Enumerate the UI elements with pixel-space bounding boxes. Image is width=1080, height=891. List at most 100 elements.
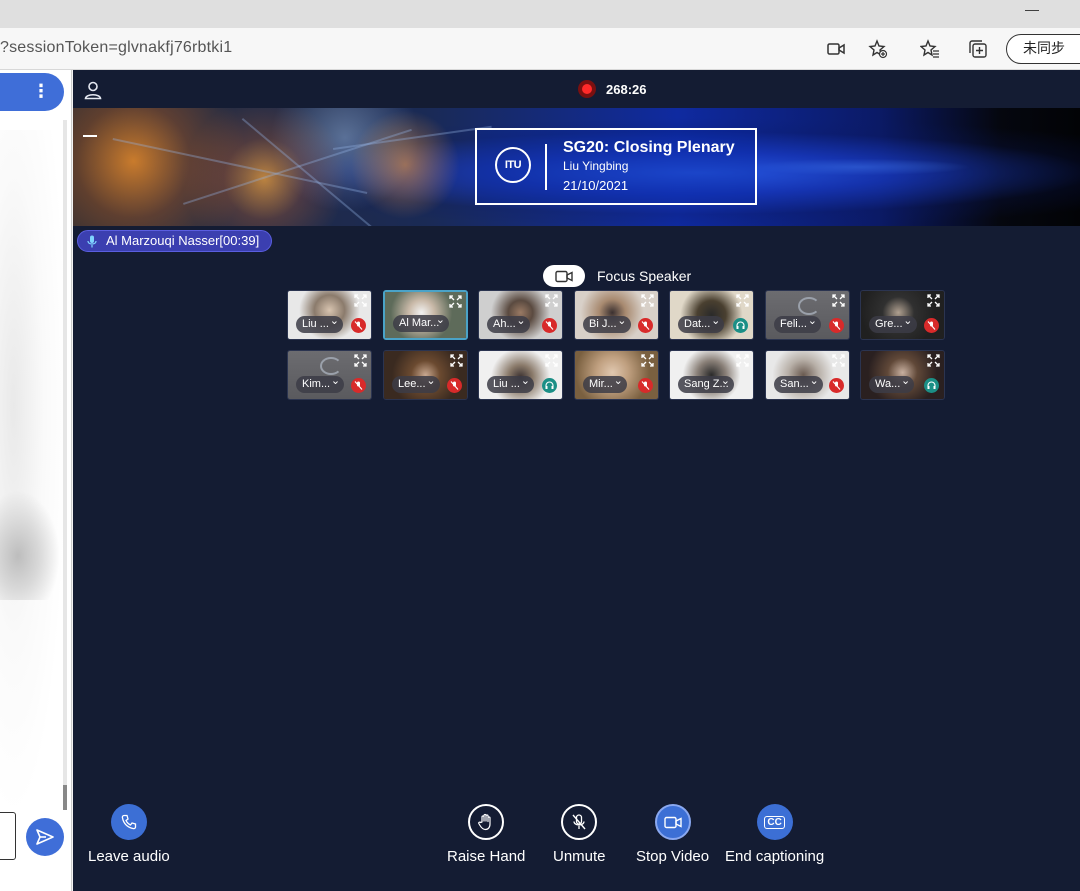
minimize-button[interactable]: — <box>1022 2 1042 18</box>
send-message-button[interactable] <box>26 818 64 856</box>
raise-hand-button[interactable]: Raise Hand <box>447 804 525 865</box>
focus-speaker-toggle[interactable] <box>543 265 585 287</box>
participant-tile[interactable]: Gre... <box>860 290 945 340</box>
participant-tile[interactable]: Liu ... <box>287 290 372 340</box>
recording-icon <box>578 80 596 98</box>
participant-name[interactable]: Lee... <box>392 376 440 393</box>
chat-message-input[interactable] <box>0 812 16 860</box>
microphone-muted-icon <box>638 318 653 333</box>
session-title: SG20: Closing Plenary <box>563 139 735 156</box>
microphone-muted-icon <box>447 378 462 393</box>
collapse-banner-icon[interactable] <box>83 135 97 137</box>
expand-icon[interactable] <box>640 294 654 308</box>
send-icon <box>36 829 54 845</box>
expand-icon[interactable] <box>544 354 558 368</box>
video-icon <box>654 804 691 840</box>
participant-name[interactable]: Wa... <box>869 376 915 393</box>
recording-indicator: 268:26 <box>578 80 646 98</box>
chat-background-art <box>0 130 68 820</box>
microphone-muted-icon <box>829 378 844 393</box>
participant-name[interactable]: Liu ... <box>296 316 343 333</box>
session-title-box: ITU SG20: Closing Plenary Liu Yingbing 2… <box>475 128 757 205</box>
expand-icon[interactable] <box>544 294 558 308</box>
more-options-icon[interactable]: ⋮ <box>32 81 50 102</box>
participant-tile[interactable]: Bi J... <box>574 290 659 340</box>
microphone-muted-icon <box>351 318 366 333</box>
participant-name[interactable]: Feli... <box>774 316 821 333</box>
participant-name[interactable]: Dat... <box>678 316 725 333</box>
unmute-button[interactable]: Unmute <box>553 804 606 865</box>
participant-tile[interactable]: Lee... <box>383 350 468 400</box>
expand-icon[interactable] <box>926 294 940 308</box>
url-text[interactable]: ?sessionToken=glvnakfj76rbtki1 <box>0 39 232 57</box>
participant-tile[interactable]: Al Mar... <box>383 290 468 340</box>
participant-name[interactable]: Liu ... <box>487 376 534 393</box>
participant-name[interactable]: Al Mar... <box>393 315 449 332</box>
participants-icon[interactable] <box>83 80 103 100</box>
camera-icon[interactable] <box>824 37 848 61</box>
address-bar[interactable]: ?sessionToken=glvnakfj76rbtki1 未同步 <box>0 28 1080 70</box>
participant-name[interactable]: Ah... <box>487 316 530 333</box>
participant-name[interactable]: Kim... <box>296 376 345 393</box>
leave-audio-button[interactable]: Leave audio <box>88 804 170 865</box>
add-favorite-icon[interactable] <box>866 37 890 61</box>
background-mountain-art <box>0 490 60 600</box>
headphones-icon <box>542 378 557 393</box>
microphone-muted-icon <box>561 804 598 840</box>
collections-icon[interactable] <box>966 37 990 61</box>
stop-video-button[interactable]: Stop Video <box>636 804 709 865</box>
participant-name[interactable]: Gre... <box>869 316 917 333</box>
participant-tile[interactable]: San... <box>765 350 850 400</box>
sync-status-button[interactable]: 未同步 <box>1006 34 1080 64</box>
participant-tile[interactable]: Ah... <box>478 290 563 340</box>
chat-scrollbar-track[interactable] <box>63 120 67 810</box>
raise-hand-label: Raise Hand <box>447 848 526 865</box>
participant-name[interactable]: Sang Z... <box>678 376 734 393</box>
rotate-camera-icon <box>798 297 820 315</box>
participant-tile[interactable]: Liu ... <box>478 350 563 400</box>
participant-name[interactable]: Bi J... <box>583 316 631 333</box>
participant-tile[interactable]: Mir... <box>574 350 659 400</box>
participant-tile[interactable]: Sang Z... <box>669 350 754 400</box>
expand-icon[interactable] <box>353 354 367 368</box>
banner-decor-line <box>333 125 492 150</box>
browser-titlebar: — <box>0 0 1080 28</box>
microphone-muted-icon <box>924 318 939 333</box>
active-speaker-name: Al Marzouqi Nasser[00:39] <box>106 233 260 248</box>
expand-icon[interactable] <box>735 294 749 308</box>
participant-name[interactable]: Mir... <box>583 376 627 393</box>
phone-icon <box>110 804 147 840</box>
microphone-muted-icon <box>829 318 844 333</box>
participant-tile[interactable]: Wa... <box>860 350 945 400</box>
favorites-icon[interactable] <box>918 37 942 61</box>
expand-icon[interactable] <box>735 354 749 368</box>
microphone-muted-icon <box>638 378 653 393</box>
closed-captions-icon: CC <box>756 804 793 840</box>
participant-tile[interactable]: Kim... <box>287 350 372 400</box>
expand-icon[interactable] <box>448 295 462 309</box>
stop-video-label: Stop Video <box>636 848 710 865</box>
expand-icon[interactable] <box>449 354 463 368</box>
itu-logo: ITU <box>495 147 531 183</box>
meeting-timer: 268:26 <box>606 81 647 97</box>
chat-scrollbar-thumb[interactable] <box>63 785 67 810</box>
participant-name[interactable]: San... <box>774 376 823 393</box>
expand-icon[interactable] <box>640 354 654 368</box>
headphones-icon <box>733 318 748 333</box>
meeting-banner: ITU SG20: Closing Plenary Liu Yingbing 2… <box>73 108 1080 226</box>
unmute-label: Unmute <box>553 848 606 865</box>
expand-icon[interactable] <box>831 294 845 308</box>
expand-icon[interactable] <box>831 354 845 368</box>
expand-icon[interactable] <box>926 354 940 368</box>
hand-icon <box>468 804 505 840</box>
focus-speaker-control[interactable]: Focus Speaker <box>543 265 691 287</box>
headphones-icon <box>924 378 939 393</box>
leave-audio-label: Leave audio <box>88 848 170 865</box>
participant-tile[interactable]: Feli... <box>765 290 850 340</box>
session-date: 21/10/2021 <box>563 178 629 193</box>
chat-panel-header: ⋮ <box>0 73 64 111</box>
microphone-muted-icon <box>542 318 557 333</box>
end-captioning-button[interactable]: CC End captioning <box>725 804 824 865</box>
expand-icon[interactable] <box>353 294 367 308</box>
participant-tile[interactable]: Dat... <box>669 290 754 340</box>
